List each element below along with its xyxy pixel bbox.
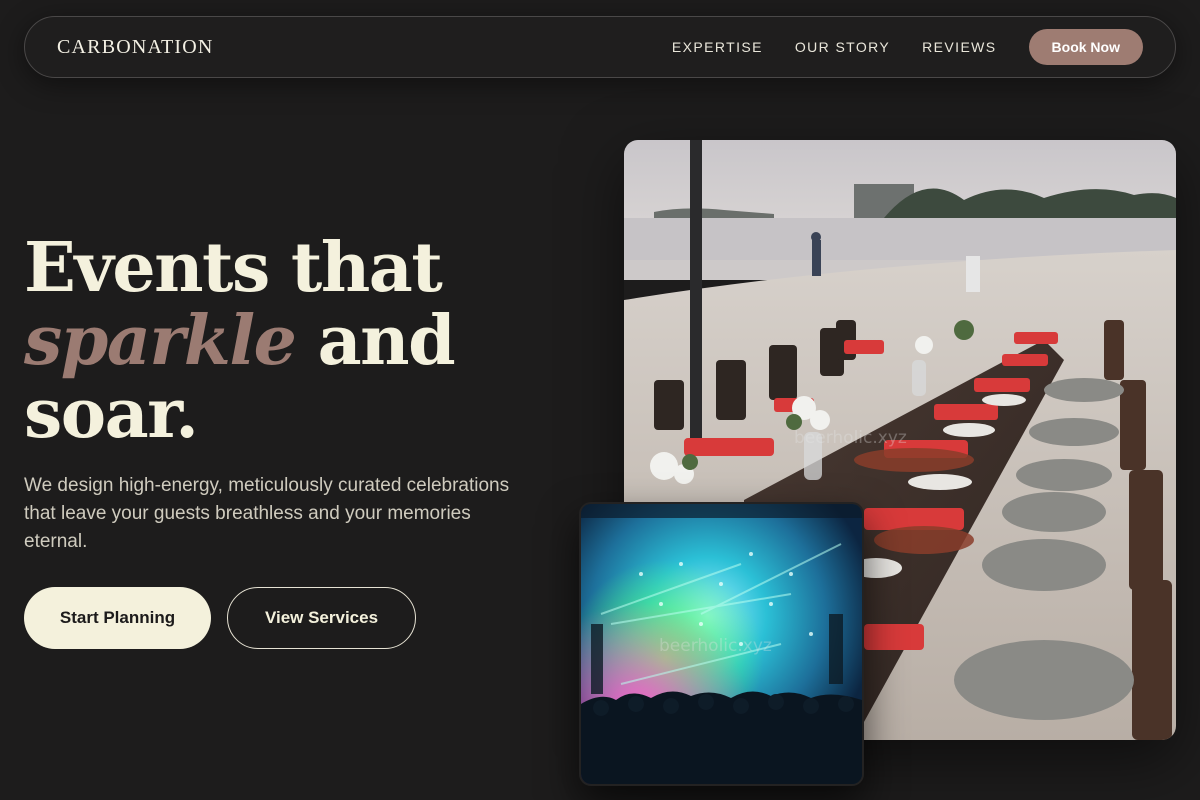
hero-title-line3: soar. [24, 374, 199, 454]
hero-subtitle: We design high-energy, meticulously cura… [24, 475, 510, 552]
concert-image: beerholic.xyz [579, 502, 864, 786]
landing-page: CARBONATION EXPERTISE OUR STORY REVIEWS … [0, 0, 1200, 800]
hero-title: Events that sparkle and soar. [24, 232, 584, 451]
hero-title-line1: Events that [24, 228, 443, 308]
hero-title-line2-rest: and [295, 301, 456, 381]
nav-link-reviews[interactable]: REVIEWS [922, 39, 996, 55]
hero-title-accent: sparkle [24, 301, 297, 381]
nav-link-our-story[interactable]: OUR STORY [795, 39, 890, 55]
nav-link-expertise[interactable]: EXPERTISE [672, 39, 763, 55]
book-now-button[interactable]: Book Now [1028, 29, 1143, 65]
start-planning-button[interactable]: Start Planning [24, 587, 211, 649]
view-services-button[interactable]: View Services [227, 587, 416, 649]
concert-illustration [581, 504, 862, 784]
top-nav: CARBONATION EXPERTISE OUR STORY REVIEWS … [24, 16, 1176, 78]
nav-links: EXPERTISE OUR STORY REVIEWS Book Now [640, 29, 1143, 65]
brand-logo[interactable]: CARBONATION [57, 36, 214, 59]
